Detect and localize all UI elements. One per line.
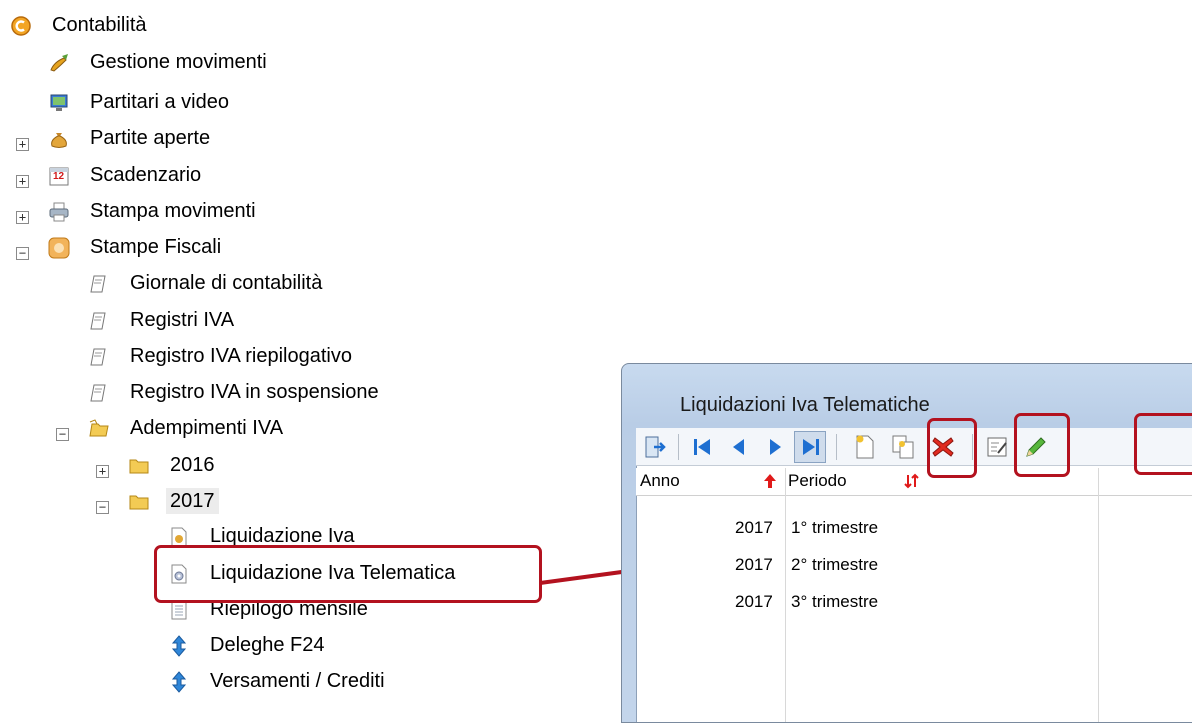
cell-anno: 2017	[735, 592, 773, 611]
tree-item-label: Versamenti / Crediti	[210, 670, 385, 692]
folders-icon	[89, 419, 109, 437]
toolbar-separator	[836, 434, 837, 460]
contabilita-icon	[11, 16, 31, 36]
new-record-icon[interactable]	[850, 432, 880, 462]
brush-icon	[50, 54, 68, 72]
last-record-icon	[803, 439, 819, 455]
edit-form-icon[interactable]	[982, 432, 1012, 462]
up-down-arrows-icon	[171, 671, 187, 693]
sort-toggle-icon[interactable]	[904, 473, 920, 489]
report-script-icon	[90, 384, 106, 402]
first-record-icon[interactable]	[688, 432, 718, 462]
money-bag-icon	[51, 133, 67, 148]
expand-scadenzario[interactable]: +	[16, 175, 29, 188]
tree-item-label: Registro IVA in sospensione	[130, 381, 379, 403]
tree-item-label: 2017	[166, 488, 219, 514]
expand-2016[interactable]: +	[96, 465, 109, 478]
tree-item-label: 2016	[170, 454, 215, 476]
toolbar-separator	[678, 434, 679, 460]
tree-item-label: Giornale di contabilità	[130, 272, 323, 294]
highlight-new-button	[927, 418, 977, 478]
tree-root-label: Contabilità	[52, 14, 147, 36]
printer-icon	[49, 202, 69, 222]
column-divider	[785, 468, 786, 722]
grid-header: Anno Periodo	[636, 468, 1192, 496]
dialog-toolbar	[636, 428, 1192, 466]
next-record-icon[interactable]	[760, 432, 790, 462]
highlight-delete-button	[1014, 413, 1070, 477]
sort-up-arrow-icon[interactable]	[762, 473, 778, 489]
tree-item-label: Stampe Fiscali	[90, 236, 222, 258]
collapse-adempimenti-iva[interactable]: −	[56, 428, 69, 441]
cell-anno: 2017	[735, 555, 773, 574]
tree-item-label: Registri IVA	[130, 309, 235, 331]
cell-periodo: 2° trimestre	[791, 555, 879, 574]
highlight-edit-button	[1134, 413, 1192, 475]
tree-item-label: Partite aperte	[90, 127, 211, 149]
tree-item-label: Adempimenti IVA	[130, 417, 284, 439]
dialog-title: Liquidazioni Iva Telematiche	[680, 394, 930, 416]
last-record-button[interactable]	[794, 431, 826, 463]
report-script-icon	[90, 275, 106, 293]
tree-item-label: Deleghe F24	[210, 634, 325, 656]
cell-periodo: 3° trimestre	[791, 592, 879, 611]
tree-item-label: Partitari a video	[90, 91, 229, 113]
cell-periodo: 1° trimestre	[791, 518, 879, 537]
column-header-anno[interactable]: Anno	[640, 471, 680, 491]
copy-record-icon[interactable]	[888, 432, 918, 462]
column-divider	[1098, 468, 1099, 722]
liquidazioni-iva-dialog: Liquidazioni Iva Telematiche Anno Period…	[621, 363, 1192, 723]
highlight-liquidazione-telematica	[154, 545, 542, 603]
previous-record-icon[interactable]	[724, 432, 754, 462]
tree-item-label: Stampa movimenti	[90, 200, 256, 222]
exit-icon[interactable]	[640, 432, 670, 462]
tree-item-label: Gestione movimenti	[90, 51, 267, 73]
tree-item-label: Registro IVA riepilogativo	[130, 345, 352, 367]
collapse-2017[interactable]: −	[96, 501, 109, 514]
tree-item-label: Scadenzario	[90, 164, 202, 186]
up-down-arrows-icon	[171, 635, 187, 657]
folder-icon	[129, 495, 149, 510]
folder-icon	[129, 459, 149, 474]
report-script-icon	[90, 348, 106, 366]
monitor-icon	[50, 94, 68, 111]
stampe-fiscali-icon	[48, 237, 70, 259]
report-script-icon	[90, 312, 106, 330]
expand-stampa-movimenti[interactable]: +	[16, 211, 29, 224]
expand-partite-aperte[interactable]: +	[16, 138, 29, 151]
collapse-stampe-fiscali[interactable]: −	[16, 247, 29, 260]
cell-anno: 2017	[735, 518, 773, 537]
calendar-number: 12	[53, 171, 65, 182]
column-header-periodo[interactable]: Periodo	[788, 471, 847, 491]
